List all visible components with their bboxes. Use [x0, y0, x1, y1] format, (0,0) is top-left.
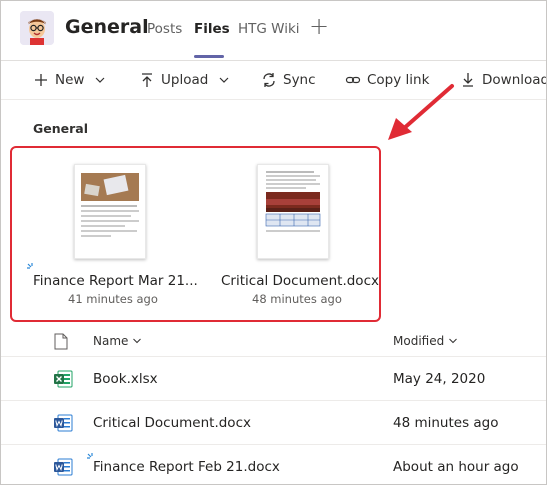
sync-label: Sync — [283, 72, 316, 88]
chevron-down-icon — [449, 338, 458, 344]
file-thumbnail-finance-report[interactable] — [74, 164, 146, 259]
table-row[interactable]: Critical Document.docx 48 minutes ago — [0, 401, 547, 445]
file-name[interactable]: Critical Document.docx — [93, 415, 251, 431]
annotation-arrow-icon — [388, 84, 454, 140]
word-file-icon — [54, 414, 73, 432]
download-label: Download — [482, 72, 547, 88]
column-header-name[interactable]: Name — [93, 334, 142, 348]
file-name[interactable]: Finance Report Feb 21.docx — [93, 459, 280, 475]
upload-button[interactable]: Upload — [139, 72, 230, 88]
download-button[interactable]: Download — [460, 72, 547, 88]
tab-files[interactable]: Files — [194, 21, 230, 37]
tab-posts[interactable]: Posts — [147, 21, 182, 37]
table-row[interactable]: Book.xlsx May 24, 2020 — [0, 357, 547, 401]
file-thumbnail-critical-document[interactable] — [257, 164, 329, 259]
file-name[interactable]: Book.xlsx — [93, 371, 158, 387]
channel-header: General Posts Files HTG Wiki + — [0, 0, 547, 61]
new-button[interactable]: New — [33, 72, 106, 88]
add-tab-button[interactable]: + — [309, 14, 329, 38]
file-modified: 48 minutes ago — [393, 415, 499, 431]
word-file-icon — [54, 458, 73, 476]
avatar-icon — [20, 11, 54, 45]
column-modified-label: Modified — [393, 334, 445, 348]
sync-button[interactable]: Sync — [261, 72, 316, 88]
active-tab-indicator — [194, 55, 224, 58]
chevron-down-icon — [96, 77, 105, 83]
recent-file-time: 48 minutes ago — [252, 292, 342, 306]
document-preview-icon — [81, 173, 139, 237]
tab-htg-wiki[interactable]: HTG Wiki — [238, 21, 300, 37]
upload-label: Upload — [161, 72, 209, 88]
file-modified: About an hour ago — [393, 459, 519, 475]
file-type-icon — [54, 333, 68, 350]
recent-file-time: 41 minutes ago — [68, 292, 158, 306]
sync-icon — [263, 73, 275, 87]
link-icon — [345, 76, 361, 84]
section-title: General — [33, 121, 88, 136]
file-list-header: Name Modified — [0, 327, 547, 357]
new-label: New — [55, 72, 85, 88]
recent-file-name[interactable]: Critical Document.docx — [221, 273, 379, 289]
file-modified: May 24, 2020 — [393, 371, 486, 387]
team-avatar[interactable] — [20, 11, 54, 45]
document-preview-icon — [265, 171, 321, 232]
download-icon — [463, 73, 473, 87]
files-toolbar: New Upload Sync Copy link Download — [0, 62, 547, 100]
column-name-label: Name — [93, 334, 129, 348]
syncing-icon — [27, 263, 33, 269]
column-header-modified[interactable]: Modified — [393, 334, 458, 348]
plus-icon — [35, 74, 47, 86]
upload-icon — [142, 73, 152, 87]
recent-file-name[interactable]: Finance Report Mar 21... — [33, 273, 198, 289]
chevron-down-icon — [133, 338, 142, 344]
excel-file-icon — [54, 370, 73, 388]
table-row[interactable]: Finance Report Feb 21.docx About an hour… — [0, 445, 547, 485]
channel-title: General — [65, 16, 149, 38]
chevron-down-icon — [219, 77, 229, 83]
